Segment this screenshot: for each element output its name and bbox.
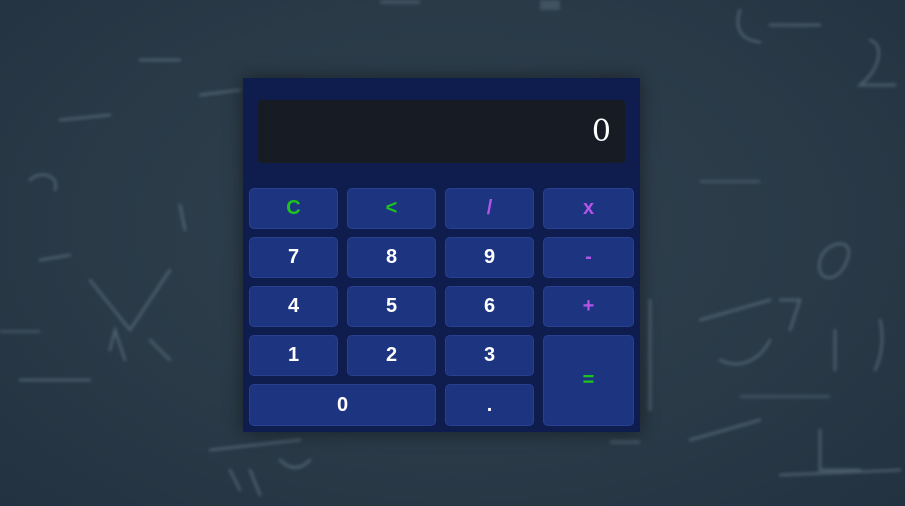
calculator-keypad: C < / x 7 8 9 - 4 5 6 + 1 2 3 = 0 . xyxy=(249,188,635,426)
decimal-button[interactable]: . xyxy=(445,384,534,426)
digit-5-button[interactable]: 5 xyxy=(347,286,436,327)
add-button[interactable]: + xyxy=(543,286,634,327)
digit-3-button[interactable]: 3 xyxy=(445,335,534,376)
digit-0-button[interactable]: 0 xyxy=(249,384,436,426)
digit-4-button[interactable]: 4 xyxy=(249,286,338,327)
digit-9-button[interactable]: 9 xyxy=(445,237,534,278)
digit-7-button[interactable]: 7 xyxy=(249,237,338,278)
subtract-button[interactable]: - xyxy=(543,237,634,278)
clear-button[interactable]: C xyxy=(249,188,338,229)
digit-8-button[interactable]: 8 xyxy=(347,237,436,278)
multiply-button[interactable]: x xyxy=(543,188,634,229)
digit-6-button[interactable]: 6 xyxy=(445,286,534,327)
digit-2-button[interactable]: 2 xyxy=(347,335,436,376)
calculator: 0 C < / x 7 8 9 - 4 5 6 + 1 2 3 = 0 . xyxy=(243,78,640,432)
calculator-display: 0 xyxy=(258,100,625,163)
backspace-button[interactable]: < xyxy=(347,188,436,229)
equals-button[interactable]: = xyxy=(543,335,634,426)
divide-button[interactable]: / xyxy=(445,188,534,229)
digit-1-button[interactable]: 1 xyxy=(249,335,338,376)
display-value: 0 xyxy=(591,114,611,149)
